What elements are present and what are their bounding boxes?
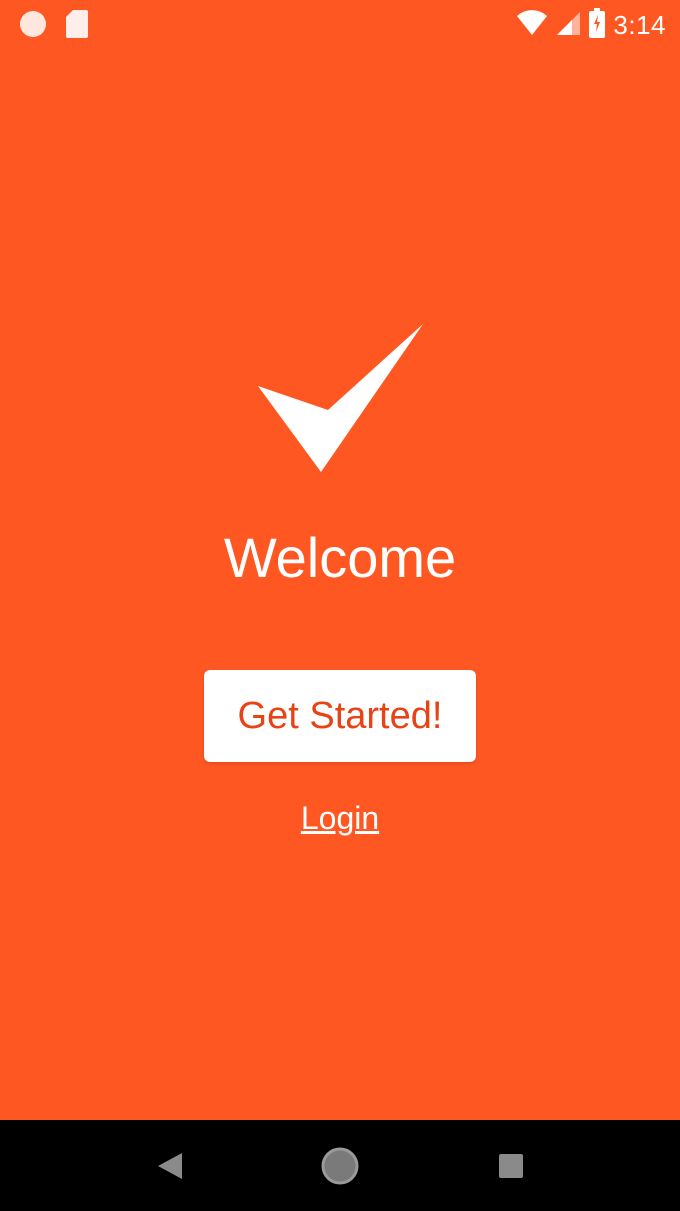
- welcome-screen: Welcome Get Started! Login: [0, 0, 680, 1120]
- back-icon[interactable]: [156, 1151, 184, 1186]
- navigation-bar: [0, 1120, 680, 1211]
- login-link[interactable]: Login: [301, 800, 379, 836]
- home-icon[interactable]: [320, 1146, 360, 1191]
- checkmark-icon: [255, 322, 425, 474]
- recents-icon[interactable]: [498, 1153, 524, 1184]
- get-started-button[interactable]: Get Started!: [204, 670, 476, 762]
- login-link-row: Login: [0, 798, 680, 838]
- page-title: Welcome: [223, 526, 457, 589]
